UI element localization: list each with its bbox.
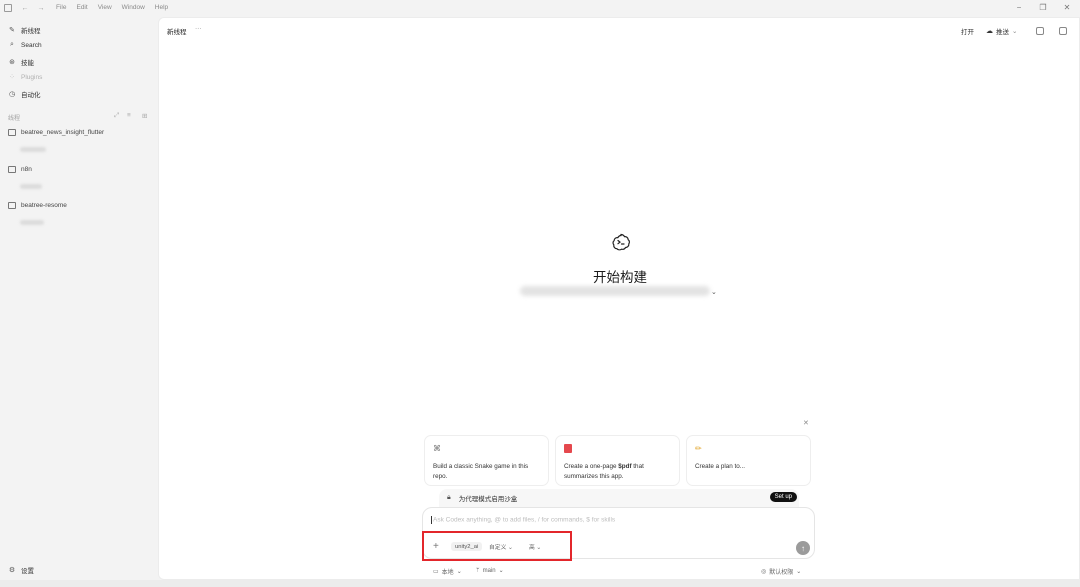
chevron-down-icon: ⌄	[796, 569, 802, 575]
sidebar-item-label: Search	[21, 41, 42, 49]
sidebar-item-new-thread[interactable]: ✎ 新线程	[8, 25, 41, 35]
more-icon[interactable]: ···	[195, 25, 202, 32]
folder-icon	[8, 166, 16, 173]
open-label: 打开	[961, 29, 974, 36]
plugins-icon: ⁘	[9, 74, 15, 81]
sidebar-item-search[interactable]: ⌕ Search	[8, 41, 42, 49]
menu-view[interactable]: View	[98, 4, 112, 11]
title-bar: ← → File Edit View Window Help − ❐ ✕	[0, 0, 1080, 17]
chevron-down-icon: ⌄	[1012, 28, 1018, 35]
project-name: n8n	[21, 166, 32, 173]
settings-label: 设置	[21, 568, 34, 575]
expand-icon[interactable]: ⤢	[114, 112, 119, 120]
close-icon[interactable]: ✕	[1061, 3, 1073, 12]
back-arrow-icon[interactable]: ←	[21, 4, 29, 12]
branch-icon: ᛘ	[476, 567, 480, 574]
forward-arrow-icon[interactable]: →	[37, 4, 45, 12]
project-name: beatree-resome	[21, 202, 67, 209]
minimize-icon[interactable]: −	[1013, 3, 1025, 12]
panel-toggle-icon[interactable]	[1059, 27, 1067, 35]
codex-cloud-icon	[612, 233, 630, 251]
suggestion-text: Create a plan to...	[695, 463, 746, 470]
main-panel: 新线程 ··· 打开 ☁ 推送 ⌄ 开始构建 ⌄ ✕ ⌘ Build a cla…	[158, 17, 1080, 580]
prompt-input[interactable]: Ask Codex anything, @ to add files, / fo…	[431, 516, 801, 524]
project-folder[interactable]: beatree-resome	[8, 202, 67, 209]
menu-bar: File Edit View Window Help	[56, 4, 178, 11]
suggestion-text: Build a classic Snake game in this repo.	[433, 463, 529, 480]
sidebar-item-skills[interactable]: ⊛ 技能	[8, 57, 34, 67]
terminal-icon[interactable]	[1036, 27, 1044, 35]
open-button[interactable]: 打开	[961, 26, 974, 36]
hero-title: 开始构建	[593, 270, 647, 285]
gear-icon: ⚙	[8, 567, 16, 574]
search-icon: ⌕	[10, 41, 14, 48]
new-folder-icon[interactable]: ⊞	[142, 112, 147, 120]
blurred-thread[interactable]	[20, 184, 42, 189]
sandbox-banner: 🔒︎ 为代理模式启用沙盒 Set up	[439, 489, 799, 507]
sandbox-text: 为代理模式启用沙盒	[458, 496, 518, 503]
project-name: beatree_news_insight_flutter	[21, 129, 105, 136]
suggestion-text: Create a one-page $pdf that summarizes t…	[564, 463, 644, 480]
highlight-annotation	[422, 531, 572, 561]
permission-selector[interactable]: ◎ 默认权限 ⌄	[761, 567, 801, 576]
restore-icon[interactable]: ❐	[1037, 3, 1049, 12]
sidebar-item-label: 技能	[21, 60, 34, 67]
push-label: 推送	[996, 29, 1009, 36]
pdf-icon	[564, 444, 671, 456]
branch-selector[interactable]: ᛘ main ⌄	[476, 567, 504, 575]
chevron-down-icon: ⌄	[498, 568, 504, 574]
blurred-thread[interactable]	[20, 147, 46, 152]
menu-file[interactable]: File	[56, 4, 66, 11]
menu-edit[interactable]: Edit	[76, 4, 87, 11]
folder-icon	[8, 129, 16, 136]
gamepad-icon: ⌘	[433, 444, 441, 453]
project-folder[interactable]: beatree_news_insight_flutter	[8, 129, 104, 136]
sidebar-item-automation[interactable]: ◷ 自动化	[8, 89, 41, 99]
sidebar-toggle-icon[interactable]	[4, 4, 12, 12]
send-button[interactable]: ↑	[796, 541, 810, 555]
push-button[interactable]: ☁ 推送 ⌄	[986, 26, 1017, 36]
threads-section-title: 线程	[8, 116, 21, 122]
setup-button[interactable]: Set up	[769, 492, 797, 502]
menu-window[interactable]: Window	[122, 4, 145, 11]
new-thread-icon: ✎	[9, 27, 15, 34]
blurred-thread[interactable]	[20, 220, 44, 225]
project-folder[interactable]: n8n	[8, 166, 32, 173]
suggestion-card-snake[interactable]: ⌘ Build a classic Snake game in this rep…	[424, 435, 549, 486]
pencil-icon: ✏	[695, 444, 702, 453]
cloud-upload-icon: ☁	[986, 28, 993, 35]
settings-button[interactable]: ⚙ 设置	[8, 565, 34, 575]
sidebar-item-label: 新线程	[21, 28, 41, 35]
environment-selector[interactable]: ▭ 本地 ⌄	[433, 567, 462, 576]
project-selector-blurred[interactable]	[520, 286, 710, 296]
suggestion-card-plan[interactable]: ✏ Create a plan to...	[686, 435, 811, 486]
monitor-icon: ▭	[433, 569, 439, 575]
bottom-strip	[0, 580, 1080, 587]
shield-icon: ◎	[761, 569, 767, 575]
dismiss-suggestions-icon[interactable]: ✕	[803, 419, 809, 427]
skills-icon: ⊛	[9, 59, 15, 66]
suggestion-card-pdf[interactable]: Create a one-page $pdf that summarizes t…	[555, 435, 680, 486]
page-title: 新线程	[167, 29, 187, 36]
sidebar-item-label: Plugins	[21, 73, 43, 81]
filter-icon[interactable]: ≡	[127, 112, 131, 119]
sidebar-item-label: 自动化	[21, 92, 41, 99]
menu-help[interactable]: Help	[155, 4, 168, 11]
lock-icon: 🔒︎	[447, 494, 451, 501]
folder-icon	[8, 202, 16, 209]
sidebar-item-plugins[interactable]: ⁘ Plugins	[8, 73, 43, 82]
chevron-down-icon: ⌄	[456, 569, 462, 575]
chevron-down-icon[interactable]: ⌄	[711, 288, 717, 296]
clock-icon: ◷	[8, 91, 16, 98]
